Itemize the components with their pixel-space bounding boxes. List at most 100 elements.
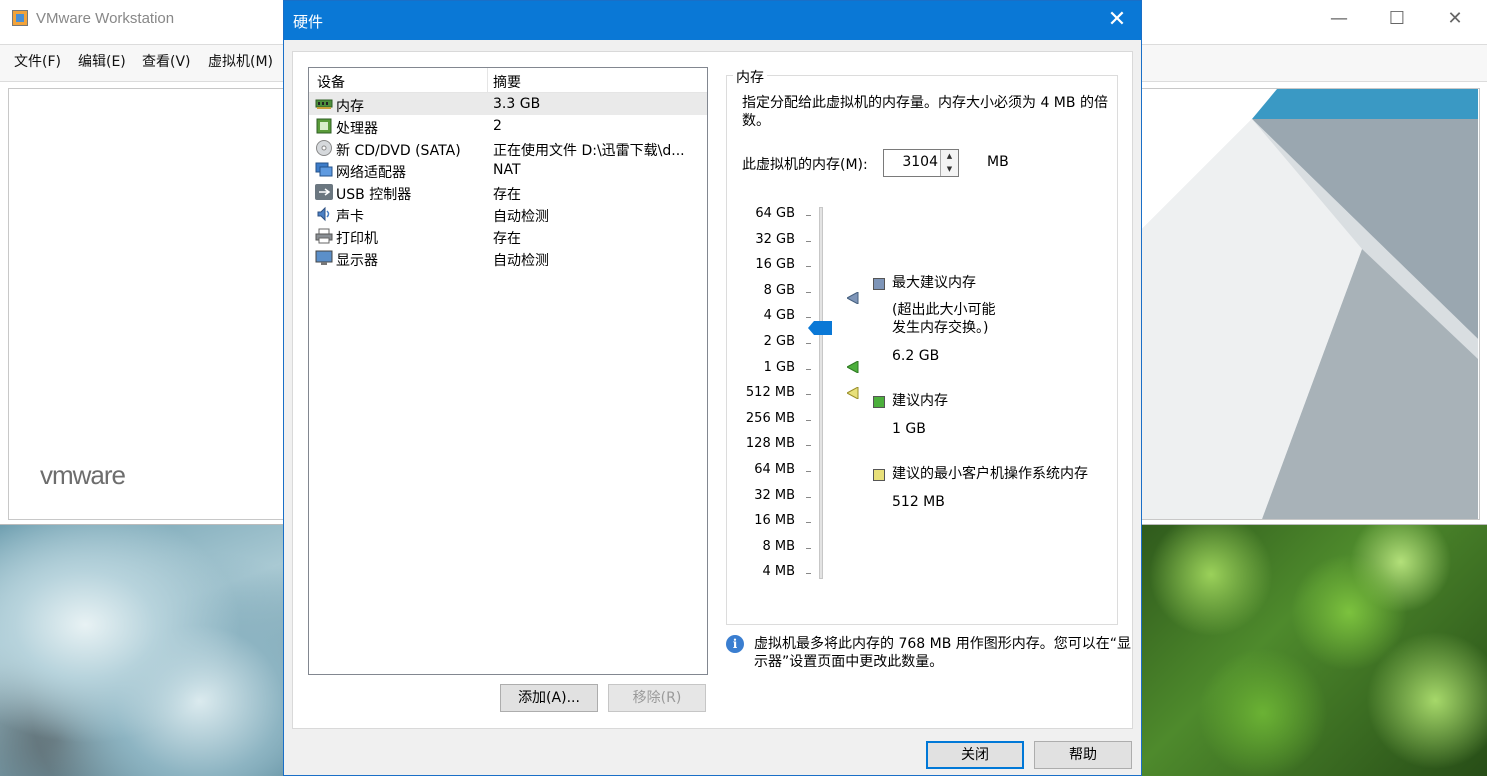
memory-scale-label: 128 MB [745,436,795,452]
column-header-device[interactable]: 设备 [317,72,345,92]
memory-scale-label: 1 GB [763,359,795,375]
memory-scale-tick [806,445,811,447]
device-name: 声卡 [336,209,364,225]
memory-scale-label: 16 MB [754,513,795,529]
memory-input-label: 此虚拟机的内存(M): [742,157,868,173]
add-device-button[interactable]: 添加(A)... [500,684,598,712]
memory-scale-tick [806,368,811,370]
memory-scale-label: 8 GB [763,282,795,298]
device-name: 打印机 [336,231,378,247]
device-row-sound-card[interactable]: 声卡 自动检测 [309,203,707,225]
close-window-button[interactable]: ✕ [1432,6,1478,32]
spin-down-icon[interactable]: ▼ [940,163,958,176]
sound-card-icon [317,206,330,222]
desktop-wallpaper-left [0,524,284,776]
memory-description: 指定分配给此虚拟机的内存量。内存大小必须为 4 MB 的倍数。 [742,95,1108,129]
device-summary: 存在 [493,231,521,247]
device-row-printer[interactable]: 打印机 存在 [309,225,707,247]
menu-vm[interactable]: 虚拟机(M) [208,51,273,71]
memory-scale-tick [806,317,811,319]
device-name: 处理器 [336,121,378,137]
min-recommended-marker-icon [847,387,859,399]
memory-size-spinbox[interactable]: 3104 ▲ ▼ [883,149,959,177]
minimize-button[interactable]: — [1316,6,1362,32]
device-name: 内存 [336,99,364,115]
max-recommended-value: 6.2 GB [892,348,940,364]
max-recommended-title: 最大建议内存 [892,275,976,291]
desktop-wallpaper-right [1142,524,1487,776]
memory-scale-tick [806,471,811,472]
vmware-decorative-graphic [1142,89,1478,519]
device-summary: 3.3 GB [493,96,541,112]
hardware-dialog: 硬件 ✕ 设备 摘要 内存 3.3 GB 处理器 2 新 CD/DVD (SAT… [283,0,1142,776]
dialog-titlebar: 硬件 ✕ [284,1,1141,40]
device-summary: 自动检测 [493,253,549,269]
memory-scale-tick [806,394,811,396]
memory-scale-label: 64 MB [754,462,795,477]
vmware-app-icon [12,10,28,26]
processor-icon [316,118,332,134]
menu-edit[interactable]: 编辑(E) [78,51,126,71]
device-name: USB 控制器 [336,187,412,203]
device-row-memory[interactable]: 内存 3.3 GB [309,93,707,115]
memory-scale-tick [806,522,811,524]
printer-icon [315,228,333,244]
memory-scale-tick [806,215,811,216]
device-row-usb-controller[interactable]: USB 控制器 存在 [309,181,707,203]
memory-scale-label: 64 GB [755,206,795,221]
memory-scale-tick [806,547,811,549]
device-name: 新 CD/DVD (SATA) [336,143,461,159]
dialog-title: 硬件 [293,13,324,31]
menu-file[interactable]: 文件(F) [14,51,61,71]
memory-value[interactable]: 3104 [902,154,938,170]
memory-slider-track[interactable] [819,207,823,579]
device-list[interactable]: 设备 摘要 内存 3.3 GB 处理器 2 新 CD/DVD (SATA) 正在… [308,67,708,675]
device-row-display[interactable]: 显示器 自动检测 [309,247,707,269]
device-row-cd-dvd[interactable]: 新 CD/DVD (SATA) 正在使用文件 D:\迅雷下载\d... [309,137,707,159]
display-icon [315,250,333,265]
recommended-legend-icon [873,396,885,408]
remove-device-button[interactable]: 移除(R) [608,684,706,712]
dialog-close-icon[interactable]: ✕ [1103,7,1131,32]
memory-icon [315,99,333,109]
cd-dvd-icon [316,140,332,156]
column-header-summary[interactable]: 摘要 [493,72,521,92]
memory-scale-tick [806,291,811,293]
usb-icon [315,184,333,200]
recommended-marker-icon [847,361,859,373]
recommended-value: 1 GB [892,421,926,437]
device-summary: 存在 [493,187,521,203]
max-recommended-legend-icon [873,278,885,290]
device-summary: 正在使用文件 D:\迅雷下载\d... [493,143,685,159]
memory-scale-tick [806,573,811,575]
memory-scale-tick [806,496,811,498]
memory-scale-tick [806,343,811,344]
memory-scale-label: 4 MB [762,564,795,580]
memory-slider-thumb[interactable] [808,321,832,335]
memory-unit: MB [987,154,1009,170]
info-icon: i [726,635,744,653]
close-button[interactable]: 关闭 [926,741,1024,769]
max-recommended-note-2: 发生内存交换。) [892,320,989,336]
memory-scale-label: 4 GB [763,308,795,324]
network-adapter-icon [315,162,333,177]
memory-scale-label: 32 MB [754,487,795,503]
help-button[interactable]: 帮助 [1034,741,1132,769]
device-row-network-adapter[interactable]: 网络适配器 NAT [309,159,707,181]
min-recommended-value: 512 MB [892,494,945,510]
memory-scale-label: 256 MB [745,410,795,426]
vmware-logo: vmware [40,460,126,490]
memory-scale-tick [806,419,811,421]
memory-scale-tick [806,266,811,268]
memory-scale-label: 2 GB [763,334,795,349]
spin-up-icon[interactable]: ▲ [940,150,958,163]
menu-view[interactable]: 查看(V) [142,51,191,71]
max-recommended-marker-icon [847,292,859,304]
main-window-title: VMware Workstation [36,10,175,27]
maximize-button[interactable]: ☐ [1374,6,1420,32]
column-separator [487,68,488,92]
device-list-header: 设备 摘要 [309,68,707,93]
memory-scale-label: 8 MB [762,538,795,554]
device-row-processor[interactable]: 处理器 2 [309,115,707,137]
memory-scale-label: 16 GB [755,257,795,273]
